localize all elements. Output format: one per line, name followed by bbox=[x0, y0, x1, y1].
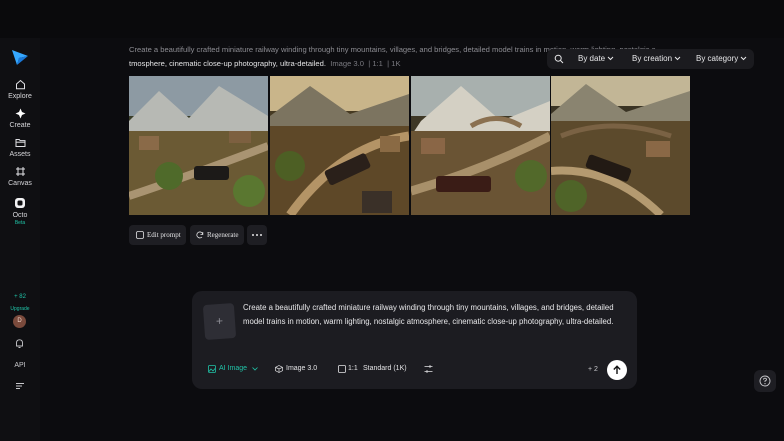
edit-icon bbox=[136, 231, 144, 239]
filter-bar: By date By creation By category bbox=[547, 49, 754, 69]
edit-prompt-button[interactable]: Edit prompt bbox=[129, 225, 186, 245]
sparkle-icon bbox=[15, 108, 25, 119]
sidebar-item-label: Canvas bbox=[8, 180, 32, 187]
generated-image-3[interactable] bbox=[411, 76, 550, 215]
sidebar-item-explore[interactable]: Explore bbox=[0, 79, 40, 101]
filter-by-creation[interactable]: By creation bbox=[632, 49, 681, 69]
prompt-line-2: tmosphere, cinematic close-up photograph… bbox=[129, 59, 326, 68]
refresh-icon bbox=[196, 231, 204, 239]
canvas-icon bbox=[15, 167, 25, 176]
arrow-up-icon bbox=[613, 365, 621, 374]
filter-by-date[interactable]: By date bbox=[578, 49, 614, 69]
credit-cost: + 2 bbox=[588, 366, 598, 373]
generated-image-1[interactable] bbox=[129, 76, 268, 215]
chevron-down-icon bbox=[252, 367, 258, 371]
credits-count: + 82 bbox=[14, 294, 26, 300]
sidebar-item-label: Octo bbox=[12, 212, 28, 219]
avatar[interactable]: D bbox=[13, 315, 26, 328]
sidebar-item-label: Assets bbox=[9, 151, 31, 158]
model-selector[interactable]: Image 3.0 bbox=[269, 360, 325, 378]
resolution-meta: 1K bbox=[391, 59, 401, 68]
sidebar-item-create[interactable]: Create bbox=[0, 108, 40, 130]
sidebar-item-label: Create bbox=[9, 122, 31, 129]
beta-badge: Beta bbox=[14, 220, 26, 226]
model-meta: Image 3.0 bbox=[330, 59, 364, 68]
advanced-settings-button[interactable] bbox=[418, 360, 438, 378]
prompt-composer: + Create a beautifully crafted miniature… bbox=[192, 291, 637, 389]
settings-icon bbox=[424, 365, 433, 373]
help-button[interactable] bbox=[754, 370, 776, 392]
size-selector[interactable]: 1:1 Standard (1K) bbox=[332, 360, 412, 378]
generated-image-4[interactable] bbox=[551, 76, 690, 215]
generated-image-2[interactable] bbox=[270, 76, 409, 215]
chevron-down-icon bbox=[741, 56, 747, 61]
search-icon[interactable] bbox=[554, 54, 564, 64]
add-reference-image-button[interactable]: + bbox=[202, 302, 237, 341]
more-options-button[interactable] bbox=[247, 225, 267, 245]
chevron-down-icon bbox=[608, 56, 614, 61]
ellipsis-icon bbox=[252, 234, 262, 236]
sidebar-item-canvas[interactable]: Canvas bbox=[0, 166, 40, 188]
sidebar-item-assets[interactable]: Assets bbox=[0, 137, 40, 159]
generate-button[interactable] bbox=[607, 360, 627, 380]
help-icon bbox=[759, 375, 771, 387]
sidebar-item-octo[interactable]: Octo Beta bbox=[0, 197, 40, 227]
upgrade-link[interactable]: Upgrade bbox=[0, 306, 40, 312]
bell-icon[interactable] bbox=[14, 338, 25, 349]
mode-selector[interactable]: AI Image bbox=[202, 360, 262, 378]
api-link[interactable]: API bbox=[0, 362, 40, 369]
chevron-down-icon bbox=[674, 56, 681, 61]
credits-upgrade[interactable]: + 82 Upgrade bbox=[0, 285, 40, 312]
home-icon bbox=[15, 79, 25, 90]
cube-icon bbox=[275, 365, 283, 373]
menu-icon[interactable] bbox=[15, 382, 25, 390]
filter-by-category[interactable]: By category bbox=[696, 49, 747, 69]
image-icon bbox=[208, 365, 216, 373]
sidebar-item-label: Explore bbox=[8, 93, 32, 100]
paper-plane-logo[interactable] bbox=[11, 48, 29, 66]
aspect-ratio-icon bbox=[338, 365, 346, 373]
top-bar bbox=[0, 0, 784, 38]
octo-icon bbox=[15, 198, 25, 208]
folder-icon bbox=[15, 139, 25, 147]
regenerate-button[interactable]: Regenerate bbox=[190, 225, 244, 245]
ratio-meta: 1:1 bbox=[372, 59, 383, 68]
prompt-input[interactable]: Create a beautifully crafted miniature r… bbox=[243, 301, 631, 329]
